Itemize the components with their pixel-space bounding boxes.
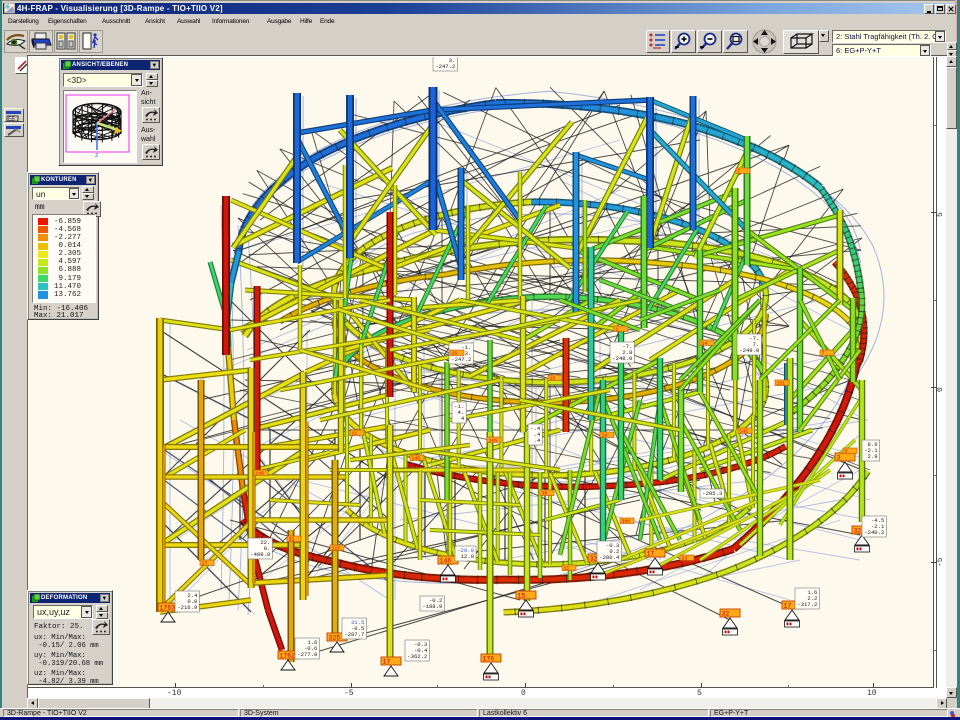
svg-text:-205.3: -205.3 — [702, 490, 722, 497]
svg-text:23: 23 — [682, 556, 688, 562]
svg-text:3: 3 — [837, 455, 841, 462]
svg-text:-1.: -1. — [445, 51, 455, 58]
svg-text:12.0: 12.0 — [461, 553, 475, 560]
svg-text:151: 151 — [777, 381, 786, 387]
svg-text:7: 7 — [822, 351, 825, 357]
svg-text:-287.7: -287.7 — [344, 631, 364, 638]
svg-text:-249.0: -249.0 — [739, 347, 760, 354]
svg-text:15: 15 — [518, 593, 526, 600]
svg-text:-200.4: -200.4 — [599, 554, 620, 561]
svg-text:-248.0: -248.0 — [612, 355, 633, 362]
svg-text:1763: 1763 — [160, 605, 176, 612]
svg-text:146: 146 — [440, 558, 452, 565]
svg-text:-317.2: -317.2 — [797, 601, 817, 608]
svg-text:146: 146 — [256, 471, 265, 477]
svg-text:-216.9: -216.9 — [177, 604, 197, 611]
svg-text:16: 16 — [550, 376, 556, 382]
svg-text:146: 146 — [489, 438, 498, 444]
svg-text:2.9: 2.9 — [868, 453, 878, 460]
svg-text:17: 17 — [647, 551, 655, 558]
svg-text:16: 16 — [452, 351, 458, 357]
svg-text:325: 325 — [329, 635, 341, 642]
svg-text:-240.2: -240.2 — [864, 529, 884, 536]
svg-text:.4: .4 — [533, 437, 540, 444]
svg-text:14: 14 — [602, 433, 608, 439]
svg-text:11: 11 — [352, 431, 358, 437]
svg-text:30: 30 — [542, 491, 548, 497]
svg-text:32: 32 — [289, 537, 295, 543]
svg-text:17: 17 — [202, 561, 208, 567]
svg-text:176: 176 — [483, 656, 495, 663]
svg-text:-247.2: -247.2 — [451, 356, 471, 363]
svg-text:146: 146 — [412, 456, 421, 462]
svg-text:z: z — [95, 152, 99, 159]
svg-text:308: 308 — [622, 519, 631, 525]
svg-text:32: 32 — [854, 528, 862, 535]
svg-text:-408.8: -408.8 — [250, 551, 270, 558]
svg-text:1: 1 — [616, 327, 619, 333]
svg-text:7: 7 — [738, 169, 741, 175]
svg-text:32: 32 — [722, 611, 730, 618]
svg-text:-362.2: -362.2 — [407, 653, 427, 660]
svg-text:-247.2: -247.2 — [435, 63, 455, 70]
svg-text:17: 17 — [784, 603, 792, 610]
svg-text:115: 115 — [332, 546, 341, 552]
svg-text:-188.9: -188.9 — [422, 603, 442, 610]
svg-text:-277.0: -277.0 — [297, 651, 318, 658]
svg-text:17: 17 — [383, 659, 391, 666]
svg-text:1762: 1762 — [280, 653, 296, 660]
svg-text:14: 14 — [702, 341, 708, 347]
svg-text:3: 3 — [845, 449, 848, 455]
svg-text:141: 141 — [740, 429, 749, 435]
svg-text:11: 11 — [564, 566, 570, 572]
